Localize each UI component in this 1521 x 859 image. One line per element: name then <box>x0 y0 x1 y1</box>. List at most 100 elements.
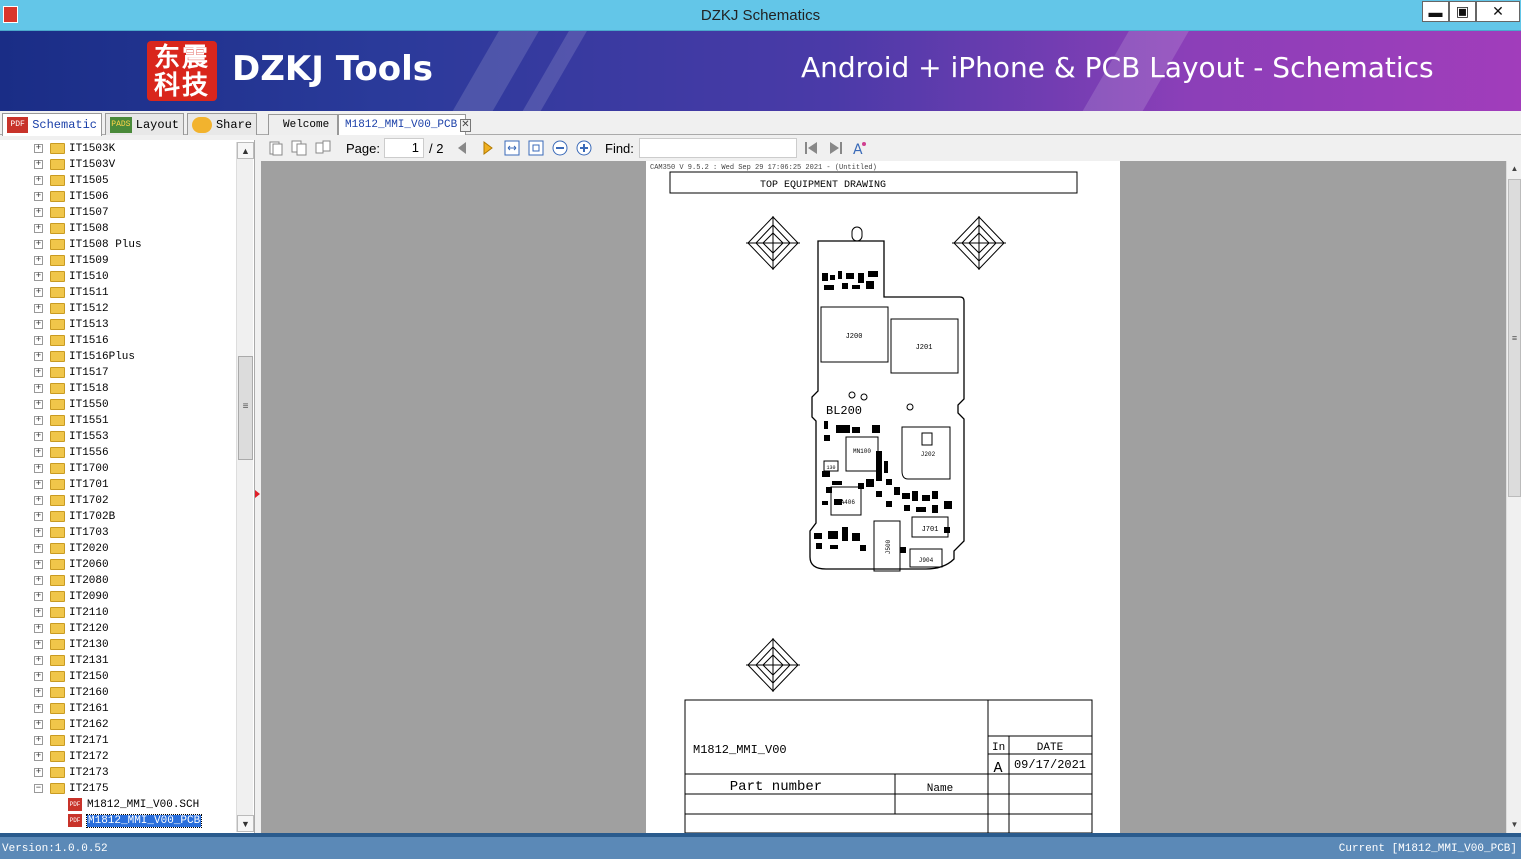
expand-icon[interactable]: + <box>34 400 43 409</box>
expand-icon[interactable]: + <box>34 384 43 393</box>
doc-tab-pcb[interactable]: M1812_MMI_V00_PCB ✕ <box>338 114 471 135</box>
expand-icon[interactable]: + <box>34 704 43 713</box>
expand-icon[interactable]: + <box>34 240 43 249</box>
expand-icon[interactable]: + <box>34 224 43 233</box>
expand-icon[interactable]: + <box>34 416 43 425</box>
zoom-out-icon[interactable] <box>552 140 568 156</box>
expand-icon[interactable]: + <box>34 288 43 297</box>
highlight-icon[interactable]: A <box>852 140 868 156</box>
expand-icon[interactable]: + <box>34 448 43 457</box>
tree-file[interactable]: PDF M1812_MMI_V00_PCB <box>0 813 235 829</box>
tree-folder[interactable]: + IT1702B <box>0 509 235 525</box>
tree-folder[interactable]: + IT2172 <box>0 749 235 765</box>
doc-tab-welcome[interactable]: Welcome <box>268 114 338 135</box>
page-number-input[interactable]: 1 <box>384 138 424 158</box>
prev-page-icon[interactable] <box>454 140 470 156</box>
tree-folder[interactable]: + IT2060 <box>0 557 235 573</box>
expand-icon[interactable]: + <box>34 624 43 633</box>
expand-icon[interactable]: + <box>34 304 43 313</box>
expand-icon[interactable]: + <box>34 768 43 777</box>
expand-icon[interactable]: + <box>34 672 43 681</box>
tree-folder[interactable]: + IT1513 <box>0 317 235 333</box>
tree-folder[interactable]: + IT1510 <box>0 269 235 285</box>
tree-folder[interactable]: + IT1518 <box>0 381 235 397</box>
tree-folder[interactable]: + IT1507 <box>0 205 235 221</box>
tab-schematic[interactable]: PDF Schematic <box>2 113 102 136</box>
tree-folder[interactable]: + IT1517 <box>0 365 235 381</box>
tab-share[interactable]: Share <box>187 113 257 135</box>
expand-icon[interactable]: + <box>34 464 43 473</box>
expand-icon[interactable]: + <box>34 144 43 153</box>
tree-scrollbar[interactable]: ▲ ≡ ▼ <box>236 142 254 832</box>
expand-icon[interactable]: + <box>34 192 43 201</box>
tree-folder[interactable]: + IT2080 <box>0 573 235 589</box>
zoom-in-icon[interactable] <box>576 140 592 156</box>
expand-icon[interactable]: + <box>34 368 43 377</box>
expand-icon[interactable]: + <box>34 576 43 585</box>
tree-folder[interactable]: + IT1503K <box>0 141 235 157</box>
tree-folder[interactable]: + IT2110 <box>0 605 235 621</box>
tree-folder[interactable]: + IT1553 <box>0 429 235 445</box>
tree-folder[interactable]: + IT2020 <box>0 541 235 557</box>
scroll-thumb[interactable]: ≡ <box>1508 179 1521 497</box>
collapse-icon[interactable]: − <box>34 784 43 793</box>
expand-icon[interactable]: + <box>34 592 43 601</box>
open-file-icon[interactable] <box>268 140 284 156</box>
tree-folder[interactable]: + IT1556 <box>0 445 235 461</box>
tree-folder[interactable]: + IT1703 <box>0 525 235 541</box>
expand-icon[interactable]: + <box>34 160 43 169</box>
tree-folder[interactable]: + IT1503V <box>0 157 235 173</box>
tree-folder[interactable]: + IT1551 <box>0 413 235 429</box>
tree-folder[interactable]: + IT1550 <box>0 397 235 413</box>
expand-icon[interactable]: + <box>34 272 43 281</box>
find-input[interactable] <box>639 138 797 158</box>
tree-folder[interactable]: + IT1508 <box>0 221 235 237</box>
viewer-scrollbar[interactable]: ▲ ≡ ▼ <box>1506 161 1521 833</box>
document-viewer[interactable]: CAM350 V 9.5.2 : Wed Sep 29 17:06:25 202… <box>261 161 1506 833</box>
copy-icon[interactable] <box>291 140 307 156</box>
tree-folder[interactable]: + IT1701 <box>0 477 235 493</box>
expand-icon[interactable]: + <box>34 752 43 761</box>
expand-icon[interactable]: + <box>34 512 43 521</box>
tree-folder[interactable]: + IT2090 <box>0 589 235 605</box>
expand-icon[interactable]: + <box>34 528 43 537</box>
expand-icon[interactable]: + <box>34 352 43 361</box>
tree-folder[interactable]: + IT2131 <box>0 653 235 669</box>
tree-folder[interactable]: + IT1506 <box>0 189 235 205</box>
minimize-button[interactable]: ▬ <box>1422 1 1449 22</box>
tree-folder[interactable]: + IT1516Plus <box>0 349 235 365</box>
expand-icon[interactable]: + <box>34 560 43 569</box>
tree-file[interactable]: PDF M1812_MMI_V00.SCH <box>0 797 235 813</box>
close-button[interactable]: ✕ <box>1476 1 1520 22</box>
tree-folder[interactable]: + IT2173 <box>0 765 235 781</box>
expand-icon[interactable]: + <box>34 336 43 345</box>
find-next-icon[interactable] <box>828 140 844 156</box>
tree-folder[interactable]: + IT1509 <box>0 253 235 269</box>
expand-icon[interactable]: + <box>34 176 43 185</box>
expand-icon[interactable]: + <box>34 608 43 617</box>
tree-folder[interactable]: + IT2120 <box>0 621 235 637</box>
collapse-arrow-icon[interactable] <box>255 490 260 498</box>
expand-icon[interactable]: + <box>34 208 43 217</box>
tree-folder[interactable]: + IT1512 <box>0 301 235 317</box>
tree-folder[interactable]: + IT1511 <box>0 285 235 301</box>
tree-folder[interactable]: + IT2130 <box>0 637 235 653</box>
tree-folder[interactable]: + IT1505 <box>0 173 235 189</box>
scroll-up-arrow[interactable]: ▲ <box>237 142 254 159</box>
tab-layout[interactable]: PADS Layout <box>105 113 184 135</box>
fit-page-icon[interactable] <box>528 140 544 156</box>
tree-folder[interactable]: + IT2160 <box>0 685 235 701</box>
fit-width-icon[interactable] <box>504 140 520 156</box>
expand-icon[interactable]: + <box>34 688 43 697</box>
tree-folder-expanded[interactable]: − IT2175 <box>0 781 235 797</box>
expand-icon[interactable]: + <box>34 736 43 745</box>
tree-folder[interactable]: + IT1700 <box>0 461 235 477</box>
maximize-button[interactable]: ▣ <box>1449 1 1476 22</box>
scroll-down-arrow[interactable]: ▼ <box>237 815 254 832</box>
tree-folder[interactable]: + IT2171 <box>0 733 235 749</box>
expand-icon[interactable]: + <box>34 544 43 553</box>
tree-folder[interactable]: + IT1516 <box>0 333 235 349</box>
scroll-down-arrow[interactable]: ▼ <box>1507 817 1521 833</box>
expand-icon[interactable]: + <box>34 496 43 505</box>
next-page-icon[interactable] <box>480 140 496 156</box>
